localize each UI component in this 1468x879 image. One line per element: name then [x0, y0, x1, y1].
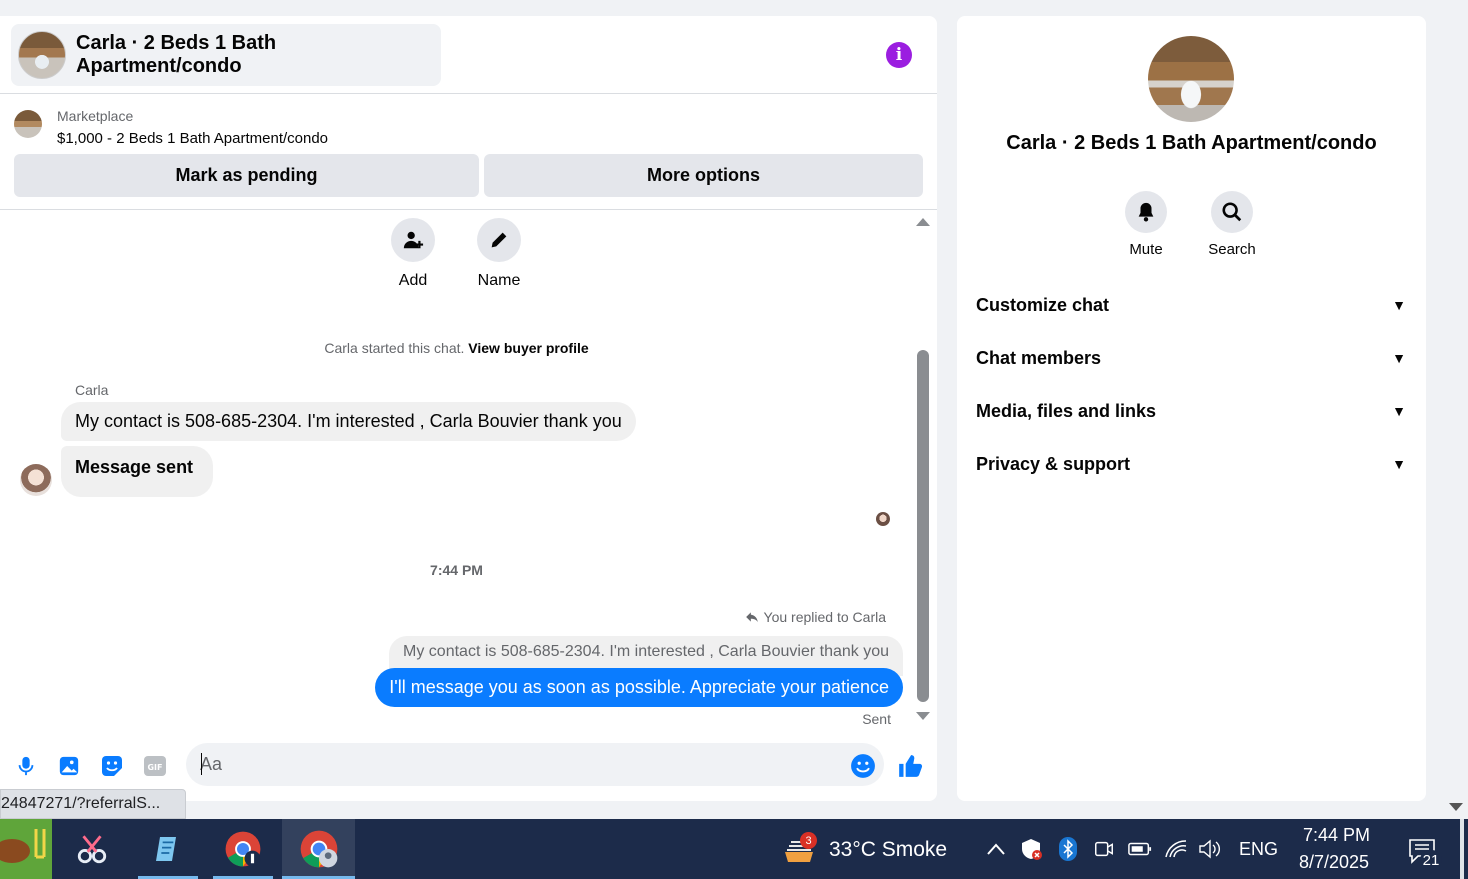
chat-started-text: Carla started this chat. — [324, 340, 465, 356]
listing-avatar — [18, 31, 66, 79]
add-person-icon — [391, 218, 435, 262]
show-desktop-button[interactable] — [1460, 819, 1464, 879]
chat-header: Carla · 2 Beds 1 Bath Apartment/condo i — [0, 16, 937, 94]
clock-time[interactable]: 7:44 PM — [1303, 825, 1370, 846]
privacy-support-section[interactable]: Privacy & support ▼ — [976, 452, 1406, 476]
chat-members-section[interactable]: Chat members ▼ — [976, 346, 1406, 370]
section-label: Privacy & support — [976, 453, 1131, 474]
mark-as-pending-button[interactable]: Mark as pending — [14, 154, 479, 197]
sender-name: Carla — [75, 382, 109, 398]
text-cursor — [201, 753, 202, 775]
bluetooth-icon[interactable] — [1056, 837, 1080, 861]
microphone-icon[interactable] — [13, 753, 39, 779]
incoming-message[interactable]: My contact is 508-685-2304. I'm interest… — [61, 402, 636, 441]
pencil-icon — [477, 218, 521, 262]
gif-icon[interactable]: GIF — [142, 753, 168, 779]
media-files-links-section[interactable]: Media, files and links ▼ — [976, 399, 1406, 423]
clock-date[interactable]: 8/7/2025 — [1299, 852, 1369, 873]
photo-icon[interactable] — [56, 753, 82, 779]
svg-text:GIF: GIF — [147, 763, 162, 772]
search-icon — [1211, 191, 1253, 233]
sender-avatar[interactable] — [20, 464, 52, 496]
chat-title: Carla · 2 Beds 1 Bath Apartment/condo — [76, 32, 277, 77]
listing-title: $1,000 - 2 Beds 1 Bath Apartment/condo — [57, 130, 329, 147]
message-timestamp: 7:44 PM — [430, 562, 483, 578]
search-label: Search — [1208, 241, 1256, 258]
chrome-profile-icon[interactable] — [282, 819, 355, 879]
volume-icon[interactable] — [1198, 837, 1222, 861]
incoming-message[interactable]: Message sent — [61, 446, 214, 497]
meet-now-icon[interactable] — [1092, 837, 1116, 861]
chevron-down-icon: ▼ — [1392, 297, 1406, 313]
reply-indicator: You replied to Carla — [745, 609, 886, 625]
scroll-down-arrow[interactable] — [916, 712, 930, 720]
more-options-button[interactable]: More options — [484, 154, 923, 197]
thumbs-up-icon[interactable] — [897, 753, 923, 779]
taskbar: 3 33°C Smoke ENG 7:44 PM 8/7/2025 21 — [0, 819, 1468, 879]
add-people-button[interactable]: Add — [373, 218, 453, 290]
scrollbar-thumb[interactable] — [917, 350, 929, 702]
conversation-name: Carla · 2 Beds 1 Bath Apartment/condo — [1006, 132, 1377, 154]
listing-thumbnail — [14, 110, 42, 138]
chevron-down-icon: ▼ — [1392, 403, 1406, 419]
game-app-icon[interactable] — [0, 819, 52, 879]
page-scroll-down-arrow[interactable] — [1449, 803, 1463, 811]
message-input[interactable] — [186, 743, 884, 786]
marketplace-label: Marketplace — [57, 108, 134, 124]
message-status: Sent — [862, 711, 891, 727]
weather-badge: 3 — [800, 832, 817, 849]
emoji-icon[interactable] — [850, 753, 876, 779]
read-receipt-avatar — [876, 512, 890, 526]
name-chat-button[interactable]: Name — [459, 218, 539, 290]
chat-started-notice: Carla started this chat. View buyer prof… — [0, 340, 913, 356]
notification-count: 21 — [1420, 850, 1442, 870]
security-shield-icon[interactable] — [1019, 837, 1043, 861]
section-label: Chat members — [976, 347, 1102, 368]
chrome-icon[interactable] — [213, 819, 273, 879]
section-label: Customize chat — [976, 294, 1110, 315]
wifi-icon[interactable] — [1164, 837, 1188, 861]
reply-label: You replied to Carla — [763, 609, 886, 625]
name-label: Name — [477, 272, 521, 289]
mute-label: Mute — [1129, 241, 1163, 258]
sticker-icon[interactable] — [99, 753, 125, 779]
chat-title-button[interactable]: Carla · 2 Beds 1 Bath Apartment/condo — [11, 24, 441, 86]
conversation-avatar[interactable] — [1148, 36, 1234, 122]
link-status-tooltip: 24847271/?referralS... — [0, 789, 186, 819]
search-button[interactable]: Search — [1197, 191, 1267, 258]
mute-button[interactable]: Mute — [1111, 191, 1181, 258]
bell-icon — [1125, 191, 1167, 233]
conversation-info-panel: Carla · 2 Beds 1 Bath Apartment/condo Mu… — [957, 16, 1426, 801]
info-icon[interactable]: i — [886, 42, 912, 68]
chevron-down-icon: ▼ — [1392, 350, 1406, 366]
chevron-up-icon[interactable] — [984, 837, 1008, 861]
outgoing-message[interactable]: I'll message you as soon as possible. Ap… — [375, 668, 903, 707]
section-label: Media, files and links — [976, 400, 1157, 421]
chevron-down-icon: ▼ — [1392, 456, 1406, 472]
divider — [0, 209, 937, 210]
add-label: Add — [398, 272, 428, 289]
snipping-tool-icon[interactable] — [62, 819, 122, 879]
chat-panel: Carla · 2 Beds 1 Bath Apartment/condo i … — [0, 16, 937, 801]
language-indicator[interactable]: ENG — [1239, 839, 1278, 860]
customize-chat-section[interactable]: Customize chat ▼ — [976, 293, 1406, 317]
listing-summary[interactable]: Marketplace $1,000 - 2 Beds 1 Bath Apart… — [14, 108, 328, 147]
reply-icon — [745, 612, 758, 623]
battery-icon[interactable] — [1128, 837, 1152, 861]
scroll-up-arrow[interactable] — [916, 218, 930, 226]
view-buyer-profile-link[interactable]: View buyer profile — [468, 340, 588, 356]
notepad-icon[interactable] — [138, 819, 198, 879]
weather-text[interactable]: 33°C Smoke — [829, 838, 947, 862]
